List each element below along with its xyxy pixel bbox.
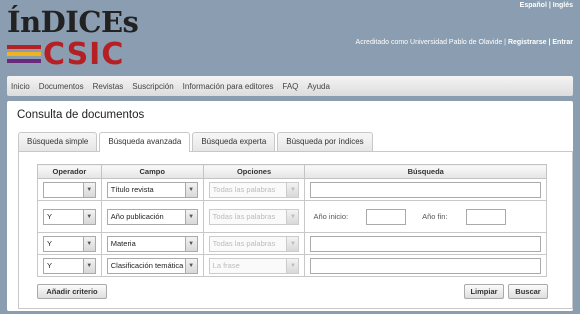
header-operator: Operador: [37, 164, 102, 179]
field-select[interactable]: Año publicación ▼: [106, 208, 198, 225]
nav-faq[interactable]: FAQ: [282, 82, 298, 91]
table-row: ▼ Título revista ▼ Todas las palabras ▼: [37, 178, 547, 201]
chevron-down-icon: ▼: [286, 182, 299, 197]
header-field: Campo: [100, 164, 204, 179]
nav-revistas[interactable]: Revistas: [93, 82, 124, 91]
search-input[interactable]: [310, 181, 541, 198]
tab-expert[interactable]: Búsqueda experta: [192, 132, 276, 151]
table-row: Y ▼ Clasificación temática ▼ La frase ▼: [37, 254, 547, 277]
option-select[interactable]: La frase ▼: [208, 257, 300, 274]
tab-indices[interactable]: Búsqueda por índices: [277, 132, 373, 151]
operator-select[interactable]: ▼: [43, 181, 96, 198]
search-input[interactable]: [310, 235, 541, 252]
clear-button[interactable]: Limpiar: [464, 284, 504, 299]
login-link[interactable]: Entrar: [552, 39, 573, 46]
criteria-table: Operador Campo Opciones Búsqueda ▼ Títul…: [37, 164, 547, 277]
chevron-down-icon: ▼: [184, 258, 197, 273]
tab-simple[interactable]: Búsqueda simple: [18, 132, 98, 151]
chevron-down-icon: ▼: [286, 258, 299, 273]
account-separator: |: [548, 39, 551, 46]
operator-select[interactable]: Y ▼: [43, 208, 96, 225]
search-button[interactable]: Buscar: [508, 284, 548, 299]
option-select[interactable]: Todas las palabras ▼: [208, 235, 300, 252]
language-switcher: Español | Inglés: [520, 2, 573, 9]
year-end-input[interactable]: [465, 208, 506, 225]
table-row: Y ▼ Año publicación ▼ Todas las palabras ▼ …: [37, 200, 547, 233]
option-select[interactable]: Todas las palabras ▼: [208, 181, 300, 198]
account-bar: Acreditado como Universidad Pablo de Ola…: [356, 39, 573, 46]
search-tabs: Búsqueda simple Búsqueda avanzada Búsque…: [18, 132, 375, 152]
operator-select[interactable]: Y ▼: [43, 235, 96, 252]
year-start-input[interactable]: [366, 208, 407, 225]
lang-separator: |: [548, 2, 551, 9]
nav-suscripcion[interactable]: Suscripción: [132, 82, 173, 91]
lang-es-link[interactable]: Español: [520, 2, 547, 9]
advanced-search-body: Operador Campo Opciones Búsqueda ▼ Títul…: [18, 151, 573, 309]
chevron-down-icon: ▼: [184, 236, 197, 251]
accredited-text: Acreditado como Universidad Pablo de Ola…: [355, 39, 507, 46]
chevron-down-icon: ▼: [82, 258, 95, 273]
logo-csic: CSIC: [43, 37, 125, 72]
search-input[interactable]: [310, 257, 541, 274]
chevron-down-icon: ▼: [82, 182, 95, 197]
nav-documentos[interactable]: Documentos: [39, 82, 84, 91]
indices-csic-logo[interactable]: ÍnDICEs CSIC: [7, 5, 157, 72]
search-panel: Consulta de documentos Búsqueda simple B…: [7, 101, 573, 311]
field-select[interactable]: Título revista ▼: [106, 181, 198, 198]
header-options: Opciones: [202, 164, 306, 179]
chevron-down-icon: ▼: [184, 182, 197, 197]
tab-advanced[interactable]: Búsqueda avanzada: [99, 132, 191, 152]
header-search: Búsqueda: [304, 164, 547, 179]
nav-ayuda[interactable]: Ayuda: [307, 82, 330, 91]
nav-info-editores[interactable]: Información para editores: [183, 82, 274, 91]
chevron-down-icon: ▼: [286, 236, 299, 251]
chevron-down-icon: ▼: [82, 209, 95, 224]
logo-title: ÍnDICEs: [7, 5, 139, 39]
page-title: Consulta de documentos: [17, 109, 145, 121]
field-select[interactable]: Materia ▼: [106, 235, 198, 252]
table-row: Y ▼ Materia ▼ Todas las palabras ▼: [37, 232, 547, 255]
chevron-down-icon: ▼: [184, 209, 197, 224]
year-range: Año inicio: Año fin:: [310, 208, 541, 225]
main-nav: Inicio Documentos Revistas Suscripción I…: [7, 76, 573, 96]
add-criterion-button[interactable]: Añadir criterio: [37, 284, 107, 299]
year-end-label: Año fin:: [422, 212, 448, 221]
nav-inicio[interactable]: Inicio: [11, 82, 30, 91]
chevron-down-icon: ▼: [82, 236, 95, 251]
operator-select[interactable]: Y ▼: [43, 257, 96, 274]
lang-en-link[interactable]: Inglés: [553, 2, 573, 9]
csic-stripes-icon: [7, 45, 41, 67]
year-start-label: Año inicio:: [313, 212, 349, 221]
register-link[interactable]: Registrarse: [508, 39, 547, 46]
field-select[interactable]: Clasificación temática ▼: [106, 257, 198, 274]
chevron-down-icon: ▼: [286, 209, 299, 224]
option-select[interactable]: Todas las palabras ▼: [208, 208, 300, 225]
